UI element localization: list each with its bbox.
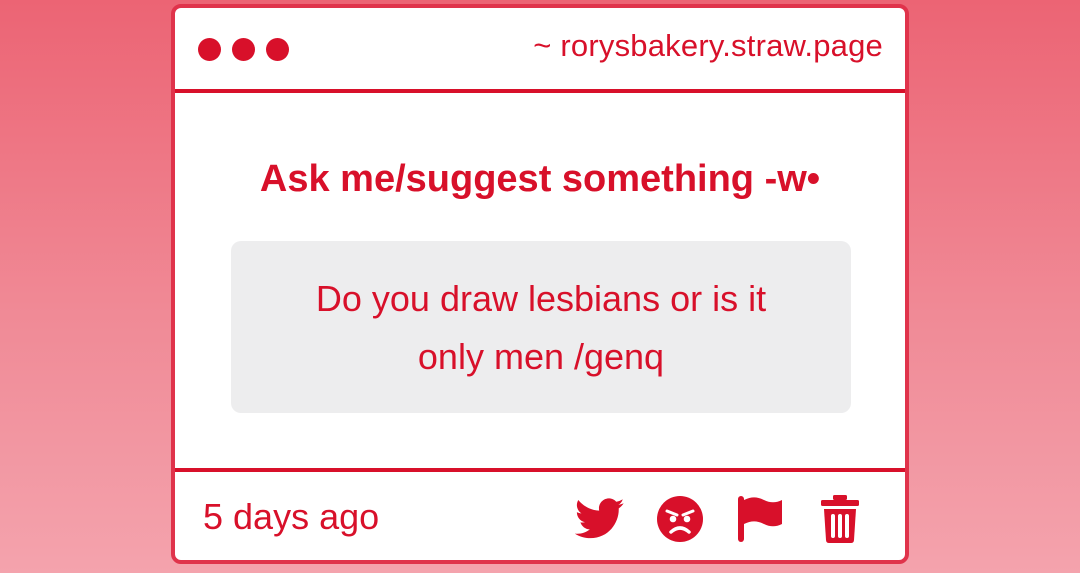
page-url[interactable]: ~ rorysbakery.straw.page — [533, 28, 883, 64]
report-button[interactable] — [735, 494, 785, 544]
card-footer: 5 days ago — [175, 468, 905, 560]
question-card: ~ rorysbakery.straw.page Ask me/suggest … — [171, 4, 909, 564]
flag-icon — [738, 496, 782, 542]
window-dot — [232, 38, 255, 61]
react-angry-button[interactable] — [655, 494, 705, 544]
window-titlebar: ~ rorysbakery.straw.page — [175, 8, 905, 93]
delete-button[interactable] — [815, 494, 865, 544]
action-bar — [575, 494, 865, 544]
question-text: Do you draw lesbians or is it only men /… — [231, 241, 851, 413]
window-dots — [198, 38, 289, 61]
card-content: Ask me/suggest something -w• Do you draw… — [175, 93, 905, 468]
page-title: Ask me/suggest something -w• — [259, 158, 821, 200]
window-dot — [266, 38, 289, 61]
angry-face-icon — [657, 496, 703, 542]
timestamp: 5 days ago — [203, 496, 380, 537]
trash-icon — [821, 495, 859, 543]
twitter-share-button[interactable] — [575, 494, 625, 544]
window-dot — [198, 38, 221, 61]
twitter-icon — [575, 498, 625, 539]
